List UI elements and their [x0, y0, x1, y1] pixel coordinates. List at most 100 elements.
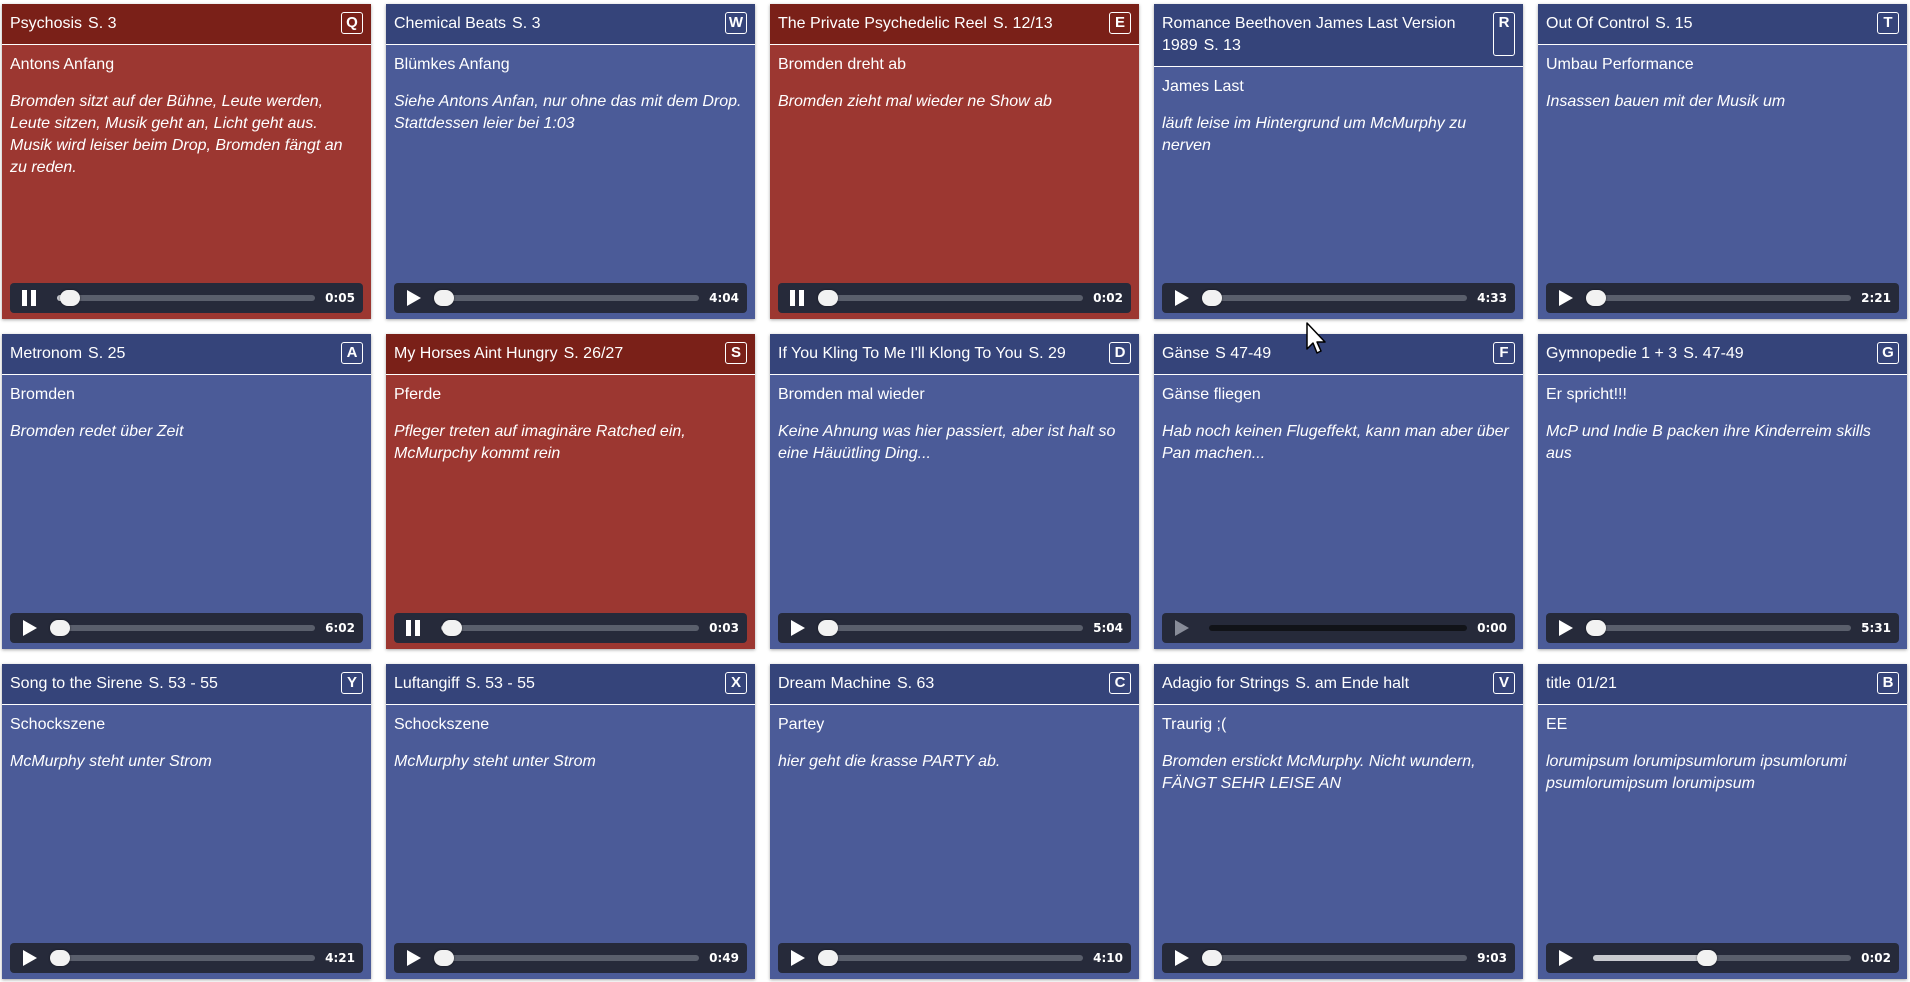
- seek-slider[interactable]: [434, 950, 699, 966]
- elapsed-time: 0:05: [325, 291, 355, 305]
- sound-card[interactable]: The Private Psychedelic Reel S. 12/13 E Bro…: [770, 4, 1139, 319]
- sound-card[interactable]: Metronom S. 25 A Bromden Bromden redet über …: [2, 334, 371, 649]
- play-button[interactable]: [1172, 619, 1192, 637]
- track-title: Gänse: [1162, 345, 1210, 362]
- audio-player: 0:02: [778, 283, 1131, 313]
- card-header: Metronom S. 25 A: [2, 334, 371, 375]
- card-subtitle: Umbau Performance: [1546, 56, 1694, 73]
- card-header: title 01/21 B: [1538, 664, 1907, 705]
- seek-thumb[interactable]: [818, 620, 838, 636]
- page-reference: S. 63: [896, 675, 935, 692]
- seek-thumb[interactable]: [1202, 950, 1222, 966]
- hotkey-badge: A: [341, 342, 363, 364]
- sound-card[interactable]: Gänse S 47-49 F Gänse fliegen Hab noch keine…: [1154, 334, 1523, 649]
- audio-player: 0:05: [10, 283, 363, 313]
- track-title: Song to the Sirene: [10, 675, 143, 692]
- sound-card[interactable]: Romance Beethoven James Last Version 198…: [1154, 4, 1523, 319]
- pause-button[interactable]: [20, 289, 40, 307]
- play-button[interactable]: [20, 949, 40, 967]
- seek-thumb[interactable]: [818, 950, 838, 966]
- play-button[interactable]: [1172, 949, 1192, 967]
- card-header: Song to the Sirene S. 53 - 55 Y: [2, 664, 371, 705]
- card-subtitle: Gänse fliegen: [1162, 386, 1261, 403]
- card-header: The Private Psychedelic Reel S. 12/13 E: [770, 4, 1139, 45]
- card-subtitle: Bromden: [10, 386, 75, 403]
- card-header: Adagio for Strings S. am Ende halt V: [1154, 664, 1523, 705]
- seek-thumb[interactable]: [1202, 290, 1222, 306]
- seek-slider[interactable]: [818, 620, 1083, 636]
- sound-card[interactable]: Out Of Control S. 15 T Umbau Performance Ins…: [1538, 4, 1907, 319]
- seek-thumb[interactable]: [50, 620, 70, 636]
- page-reference: S. 3: [512, 15, 541, 32]
- track-title: Metronom: [10, 345, 83, 362]
- audio-player: 0:00: [1162, 613, 1515, 643]
- seek-slider[interactable]: [1202, 290, 1467, 306]
- seek-thumb[interactable]: [60, 290, 81, 306]
- play-button[interactable]: [20, 619, 40, 637]
- seek-thumb[interactable]: [434, 950, 454, 966]
- seek-thumb[interactable]: [441, 620, 462, 636]
- card-subtitle: Er spricht!!!: [1546, 386, 1627, 403]
- seek-slider[interactable]: [1586, 290, 1851, 306]
- seek-slider[interactable]: [1593, 950, 1851, 966]
- sound-card[interactable]: Song to the Sirene S. 53 - 55 Y Schockszene…: [2, 664, 371, 979]
- seek-slider[interactable]: [1209, 625, 1467, 631]
- audio-player: 4:10: [778, 943, 1131, 973]
- sound-card[interactable]: Chemical Beats S. 3 W Blümkes Anfang Siehe A…: [386, 4, 755, 319]
- seek-thumb[interactable]: [50, 950, 70, 966]
- page-reference: S. 3: [88, 15, 117, 32]
- elapsed-time: 4:21: [325, 951, 355, 965]
- sound-card[interactable]: My Horses Aint Hungry S. 26/27 S Pferde Pfle…: [386, 334, 755, 649]
- pause-button[interactable]: [404, 619, 424, 637]
- seek-thumb[interactable]: [434, 290, 454, 306]
- seek-slider[interactable]: [1202, 950, 1467, 966]
- audio-player: 0:03: [394, 613, 747, 643]
- seek-slider[interactable]: [1586, 620, 1851, 636]
- sound-card[interactable]: Adagio for Strings S. am Ende halt V Trauri…: [1154, 664, 1523, 979]
- seek-slider[interactable]: [441, 620, 699, 636]
- elapsed-time: 0:00: [1477, 621, 1507, 635]
- card-subtitle: Partey: [778, 716, 825, 733]
- page-reference: S. 25: [88, 345, 126, 362]
- seek-thumb[interactable]: [1586, 620, 1606, 636]
- hotkey-badge: S: [725, 342, 747, 364]
- seek-slider[interactable]: [57, 290, 315, 306]
- audio-player: 4:21: [10, 943, 363, 973]
- play-button[interactable]: [1556, 949, 1576, 967]
- track-title: Dream Machine: [778, 675, 891, 692]
- sound-card[interactable]: If You Kling To Me I'll Klong To You S. 2…: [770, 334, 1139, 649]
- elapsed-time: 5:31: [1861, 621, 1891, 635]
- elapsed-time: 4:10: [1093, 951, 1123, 965]
- sound-card[interactable]: Luftangiff S. 53 - 55 X Schockszene McMurphy…: [386, 664, 755, 979]
- play-button[interactable]: [404, 289, 424, 307]
- seek-thumb[interactable]: [1696, 950, 1717, 966]
- card-description: McP und Indie B packen ihre Kinderreim s…: [1546, 423, 1871, 462]
- seek-slider[interactable]: [50, 620, 315, 636]
- pause-button[interactable]: [788, 289, 808, 307]
- seek-slider[interactable]: [50, 950, 315, 966]
- seek-thumb[interactable]: [818, 290, 838, 306]
- seek-slider[interactable]: [818, 290, 1083, 306]
- sound-card[interactable]: Dream Machine S. 63 C Partey hier geht die k…: [770, 664, 1139, 979]
- elapsed-time: 5:04: [1093, 621, 1123, 635]
- seek-slider[interactable]: [818, 950, 1083, 966]
- play-button[interactable]: [1556, 289, 1576, 307]
- page-reference: S. 47-49: [1683, 345, 1744, 362]
- audio-player: 0:02: [1546, 943, 1899, 973]
- play-button[interactable]: [404, 949, 424, 967]
- play-button[interactable]: [1556, 619, 1576, 637]
- seek-thumb[interactable]: [1586, 290, 1606, 306]
- sound-card[interactable]: title 01/21 B EE lorumipsum lorumipsumlorum …: [1538, 664, 1907, 979]
- card-header: Romance Beethoven James Last Version 198…: [1154, 4, 1523, 67]
- soundboard-grid: Psychosis S. 3 Q Antons Anfang Bromden sitzt…: [2, 4, 1907, 979]
- track-title: The Private Psychedelic Reel: [778, 15, 987, 32]
- play-button[interactable]: [1172, 289, 1192, 307]
- play-button[interactable]: [788, 949, 808, 967]
- sound-card[interactable]: Gymnopedie 1 + 3 S. 47-49 G Er spricht!!! Mc…: [1538, 334, 1907, 649]
- play-button[interactable]: [788, 619, 808, 637]
- seek-slider[interactable]: [434, 290, 699, 306]
- hotkey-badge: E: [1109, 12, 1131, 34]
- card-description: Keine Ahnung was hier passiert, aber ist…: [778, 423, 1116, 462]
- card-description: McMurphy steht unter Strom: [10, 753, 212, 770]
- sound-card[interactable]: Psychosis S. 3 Q Antons Anfang Bromden sitzt…: [2, 4, 371, 319]
